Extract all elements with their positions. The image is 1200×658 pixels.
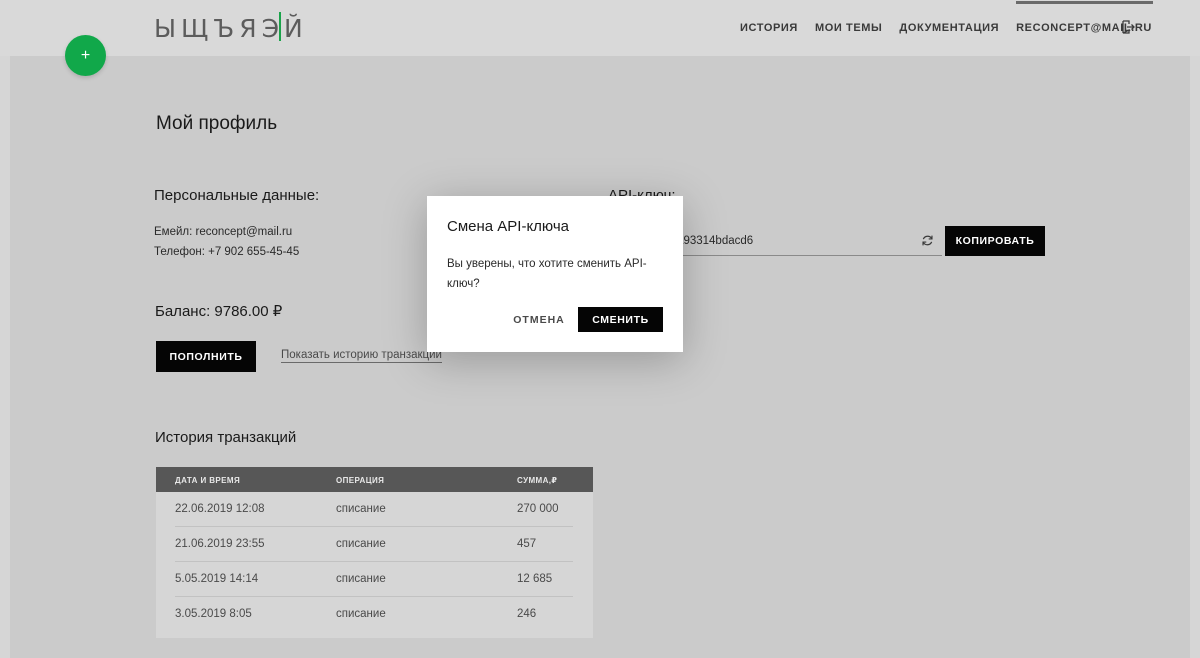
row-operation: списание	[336, 538, 386, 550]
copy-button[interactable]: КОПИРОВАТЬ	[945, 226, 1045, 256]
confirm-change-button[interactable]: СМЕНИТЬ	[578, 307, 663, 332]
row-date: 22.06.2019 12:08	[175, 503, 265, 515]
row-amount: 246	[517, 608, 537, 620]
table-row: 3.05.2019 8:05 списание 246	[156, 597, 593, 632]
table-row: 22.06.2019 12:08 списание 270 000	[156, 492, 593, 527]
row-date: 21.06.2019 23:55	[175, 538, 265, 550]
history-title: История транзакций	[155, 429, 297, 446]
table-header: ДАТА И ВРЕМЯ ОПЕРАЦИЯ СУММА,₽	[156, 467, 593, 492]
email-text: Емейл: reconcept@mail.ru	[154, 226, 293, 238]
row-operation: списание	[336, 608, 386, 620]
show-history-link[interactable]: Показать историю транзакций	[281, 349, 442, 363]
dialog-message: Вы уверены, что хотите сменить API-ключ?	[447, 258, 647, 290]
change-api-key-dialog: Смена API-ключа Вы уверены, что хотите с…	[427, 196, 683, 352]
row-operation: списание	[336, 503, 386, 515]
column-date: ДАТА И ВРЕМЯ	[175, 476, 241, 485]
phone-text: Телефон: +7 902 655-45-45	[154, 246, 300, 258]
row-date: 3.05.2019 8:05	[175, 608, 252, 620]
table-row: 5.05.2019 14:14 списание 12 685	[156, 562, 593, 597]
nav-my-themes[interactable]: МОИ ТЕМЫ	[815, 22, 882, 34]
logo[interactable]: ЫЩЪЯЭЙ	[154, 14, 308, 43]
column-amount: СУММА,₽	[517, 476, 558, 485]
topup-button[interactable]: ПОПОЛНИТЬ	[156, 341, 256, 372]
personal-data-title: Персональные данные:	[154, 187, 320, 204]
logout-icon[interactable]	[1121, 20, 1135, 34]
nav-documentation[interactable]: ДОКУМЕНТАЦИЯ	[899, 22, 999, 34]
cancel-button[interactable]: ОТМЕНА	[507, 307, 571, 332]
refresh-icon[interactable]	[921, 234, 934, 247]
row-date: 5.05.2019 14:14	[175, 573, 259, 585]
dialog-title: Смена API-ключа	[447, 218, 570, 235]
transactions-table: ДАТА И ВРЕМЯ ОПЕРАЦИЯ СУММА,₽ 22.06.2019…	[156, 467, 593, 638]
row-operation: списание	[336, 573, 386, 585]
balance-text: Баланс: 9786.00 ₽	[155, 303, 283, 320]
page-title: Мой профиль	[156, 113, 278, 134]
header: ЫЩЪЯЭЙ ИСТОРИЯ МОИ ТЕМЫ ДОКУМЕНТАЦИЯ REC…	[0, 0, 1200, 56]
column-operation: ОПЕРАЦИЯ	[336, 476, 385, 485]
logo-cursor	[279, 12, 281, 41]
nav-history[interactable]: ИСТОРИЯ	[740, 22, 798, 34]
add-button[interactable]: +	[65, 35, 106, 76]
row-amount: 457	[517, 538, 537, 550]
table-row: 21.06.2019 23:55 списание 457	[156, 527, 593, 562]
row-amount: 270 000	[517, 503, 559, 515]
row-amount: 12 685	[517, 573, 553, 585]
main-nav: ИСТОРИЯ МОИ ТЕМЫ ДОКУМЕНТАЦИЯ RECONCEPT@…	[740, 1, 1169, 35]
